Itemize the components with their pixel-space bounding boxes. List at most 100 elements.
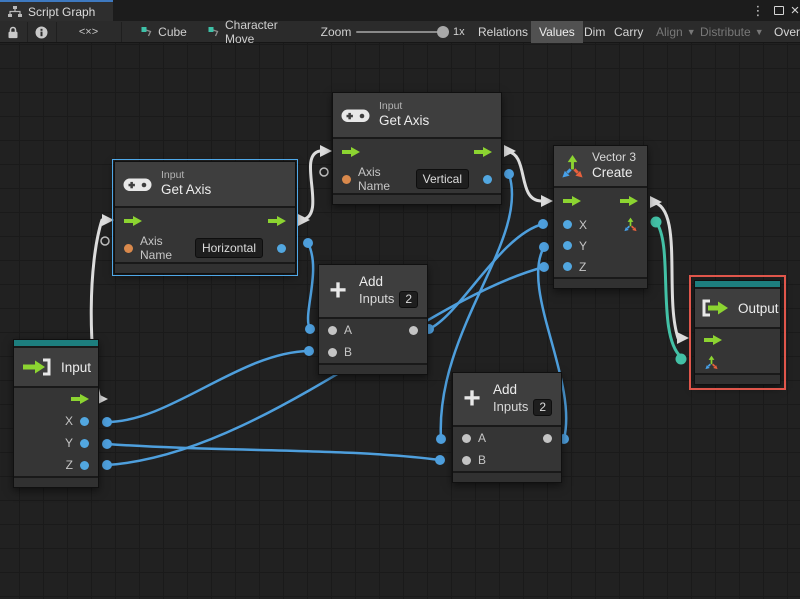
vector3-input-port[interactable] xyxy=(704,355,719,370)
wire-getaxis-h-to-add1-a[interactable] xyxy=(306,241,315,331)
breadcrumb-character-move[interactable]: Character Move xyxy=(208,18,308,46)
vector3-output-port[interactable] xyxy=(623,217,638,232)
code-view-button[interactable]: <×> xyxy=(57,21,120,43)
flow-in-port[interactable] xyxy=(342,146,360,158)
node-category: Input xyxy=(379,100,403,112)
node-get-axis-vertical[interactable]: Input Get Axis Axis Name Vertical xyxy=(332,92,502,205)
code-icon: <×> xyxy=(78,26,99,38)
sum-output-port[interactable] xyxy=(409,325,418,335)
port-label: Z xyxy=(579,259,587,274)
wire-flow-getaxis-v-to-create[interactable] xyxy=(504,149,543,203)
port-label: B xyxy=(478,453,487,467)
flow-in-port[interactable] xyxy=(124,215,142,227)
hierarchy-icon xyxy=(8,5,22,18)
port-label: Z xyxy=(65,458,73,472)
zoom-label: Zoom xyxy=(320,25,352,39)
wire-flow-getaxis-h-to-getaxis-v[interactable] xyxy=(300,149,322,222)
vector-wire-dots xyxy=(650,216,687,365)
node-category: Input xyxy=(161,169,185,181)
info-button[interactable] xyxy=(28,21,55,43)
port-y-input[interactable] xyxy=(563,241,572,250)
flow-out-port[interactable] xyxy=(71,393,89,405)
node-title: Add xyxy=(359,274,384,290)
port-label: A xyxy=(478,431,487,445)
distribute-dropdown[interactable]: Distribute ▼ xyxy=(692,21,772,43)
zoom-slider-handle[interactable] xyxy=(437,26,449,38)
sum-output-port[interactable] xyxy=(543,433,552,443)
field-label: Axis Name xyxy=(358,165,391,193)
port-x-input[interactable] xyxy=(563,220,572,229)
node-footer xyxy=(453,473,561,482)
result-port[interactable] xyxy=(483,174,492,184)
flow-out-port[interactable] xyxy=(620,195,638,207)
port-label: A xyxy=(344,323,353,337)
breadcrumb-label: Character Move xyxy=(225,18,278,46)
lock-button[interactable] xyxy=(0,21,26,43)
node-title: Get Axis xyxy=(379,113,430,129)
carry-toggle[interactable]: Carry xyxy=(606,21,651,43)
flow-out-port[interactable] xyxy=(268,215,286,227)
flow-in-port[interactable] xyxy=(704,334,722,346)
node-vector3-create[interactable]: Vector 3 Create X Y Z xyxy=(553,145,648,289)
port-b-input[interactable] xyxy=(328,347,337,357)
flow-in-port[interactable] xyxy=(563,195,581,207)
gamepad-icon xyxy=(341,107,370,124)
window-maximize-button[interactable] xyxy=(771,0,787,21)
tab-script-graph[interactable]: Script Graph xyxy=(0,0,113,21)
inputs-count-field[interactable]: 2 xyxy=(399,290,419,308)
port-y-output[interactable] xyxy=(80,438,89,448)
wire-flow-create-to-output[interactable] xyxy=(650,200,680,340)
relations-toggle[interactable]: Relations xyxy=(470,21,536,43)
node-title: Get Axis xyxy=(161,182,212,198)
node-footer xyxy=(554,279,647,288)
overview-button[interactable]: Overv xyxy=(766,21,800,43)
axis-name-field[interactable]: Horizontal xyxy=(194,238,263,258)
node-add-1[interactable]: + Add Inputs 2 A B xyxy=(318,264,428,375)
wire-input-x-to-add1-b[interactable] xyxy=(105,349,311,424)
field-label: Axis Name xyxy=(140,234,173,262)
node-category: Vector 3 xyxy=(592,150,637,165)
vector3-icon xyxy=(560,154,585,179)
zoom-slider[interactable] xyxy=(356,31,444,33)
zoom-value: 1x xyxy=(453,26,465,38)
wire-input-y-to-add2-b[interactable] xyxy=(105,442,442,462)
port-z-output[interactable] xyxy=(80,460,89,470)
node-add-2[interactable]: + Add Inputs 2 A B xyxy=(452,372,562,483)
port-z-input[interactable] xyxy=(563,262,572,271)
inputs-label: Inputs xyxy=(493,399,529,415)
node-title: Output xyxy=(738,300,779,316)
flow-out-port[interactable] xyxy=(474,146,492,158)
breadcrumb-label: Cube xyxy=(158,25,187,39)
port-a-input[interactable] xyxy=(328,325,337,335)
wire-add1-to-create-x[interactable] xyxy=(427,222,545,331)
chevron-down-icon: ▼ xyxy=(754,27,764,37)
window-close-button[interactable]: × xyxy=(788,0,800,21)
breadcrumb-cube[interactable]: Cube xyxy=(136,21,192,43)
port-label: X xyxy=(64,414,73,428)
node-title: Create xyxy=(592,165,633,181)
plus-icon: + xyxy=(329,274,347,307)
info-icon xyxy=(35,26,48,39)
result-port[interactable] xyxy=(277,243,286,253)
node-output[interactable]: Output xyxy=(689,275,786,390)
window-menu-button[interactable]: ⋮ xyxy=(751,0,765,21)
port-x-output[interactable] xyxy=(80,416,89,426)
io-node-strip xyxy=(14,340,98,346)
input-bracket-icon xyxy=(22,358,52,376)
node-get-axis-horizontal[interactable]: Input Get Axis Axis Name Horizontal xyxy=(112,159,298,276)
port-label: Y xyxy=(64,436,73,450)
node-title: Input xyxy=(61,359,92,375)
port-label: Y xyxy=(579,238,588,253)
node-input[interactable]: Input X Y Z xyxy=(13,339,99,488)
port-b-input[interactable] xyxy=(462,455,471,465)
graph-canvas[interactable]: Input X Y Z Input Get Axis Axis Name Hor… xyxy=(0,43,800,599)
node-footer xyxy=(333,195,501,204)
axis-name-port[interactable] xyxy=(124,243,133,253)
inputs-count-field[interactable]: 2 xyxy=(533,398,553,416)
node-footer xyxy=(319,365,427,374)
axis-name-port[interactable] xyxy=(342,174,351,184)
wire-vector-create-to-output[interactable] xyxy=(654,220,683,359)
port-label: B xyxy=(344,345,353,359)
port-a-input[interactable] xyxy=(462,433,471,443)
axis-name-field[interactable]: Vertical xyxy=(415,169,469,189)
